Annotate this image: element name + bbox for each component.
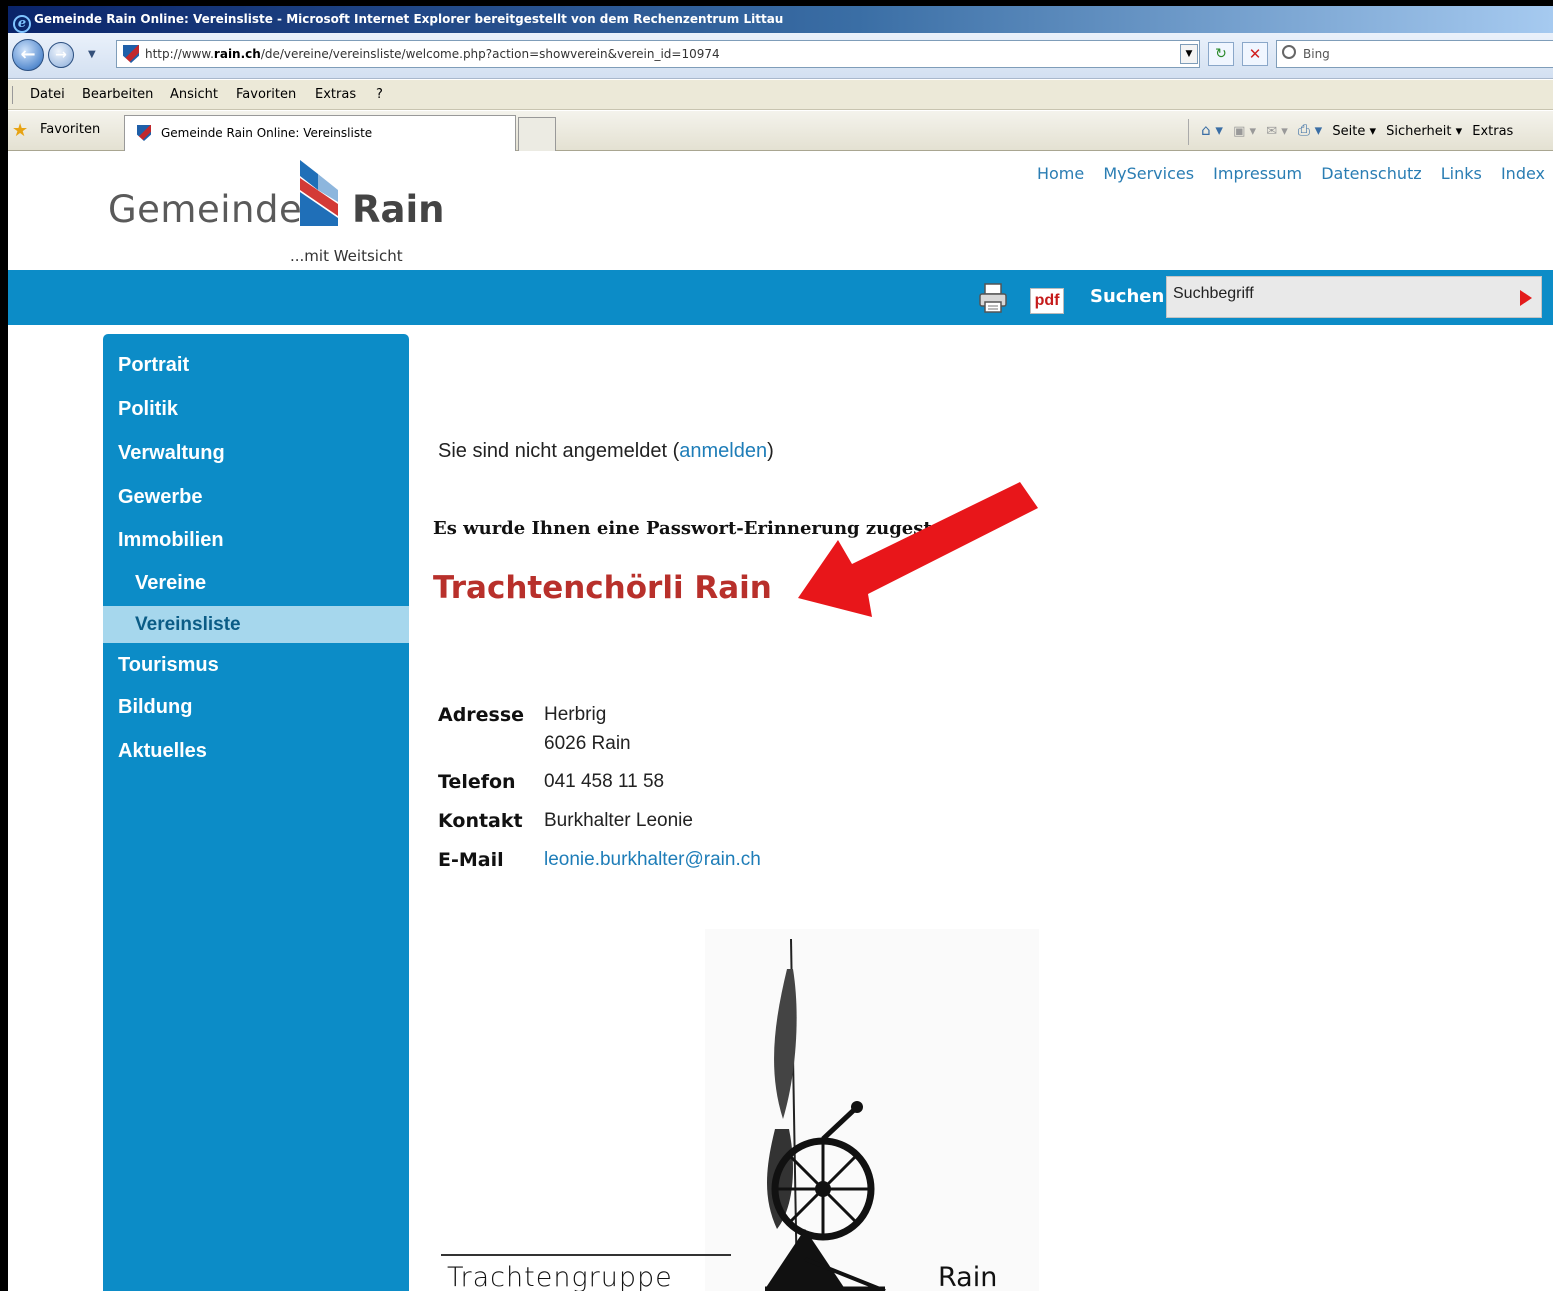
favorites-button[interactable]: Favoriten [40, 111, 100, 149]
address-label: Adresse [438, 704, 525, 726]
printer-icon[interactable] [978, 282, 1008, 314]
command-separator [1188, 118, 1189, 145]
site-logo[interactable]: Gemeinde Rain ...mit Weitsicht [104, 152, 444, 272]
nav-item-bildung[interactable]: Bildung [118, 696, 192, 719]
email-label: E-Mail [438, 849, 504, 871]
command-bar: ⌂ ▾ ▣ ▾ ✉ ▾ ⎙ ▾ Seite ▾ Sicherheit ▾ Ext… [1188, 111, 1519, 151]
search-engine-input[interactable]: Bing [1276, 40, 1553, 68]
magnifier-icon [1282, 45, 1296, 59]
search-label: Suchen [1090, 286, 1165, 307]
contact-value: Burkhalter Leonie [544, 810, 693, 831]
refresh-button[interactable]: ↻ [1208, 42, 1234, 66]
phone-value: 041 458 11 58 [544, 771, 665, 792]
browser-window: e Gemeinde Rain Online: Vereinsliste - Mi… [0, 0, 1553, 1291]
login-status-text: Sie sind nicht angemeldet ( [438, 440, 680, 462]
url-host: rain.ch [213, 47, 261, 61]
address-line-1: Herbrig [544, 704, 607, 725]
main-content: Sie sind nicht angemeldet (anmelden) Es … [433, 334, 1533, 1291]
menu-datei[interactable]: Datei [30, 80, 65, 110]
nav-item-gewerbe[interactable]: Gewerbe [118, 486, 202, 509]
annotation-arrow-icon [798, 482, 1038, 617]
login-status-close: ) [767, 440, 774, 462]
nav-item-immobilien[interactable]: Immobilien [118, 529, 224, 552]
favorites-star-icon[interactable]: ★ [12, 122, 28, 140]
club-title: Trachtenchörli Rain [433, 570, 772, 606]
top-link-home[interactable]: Home [1037, 164, 1084, 183]
nav-item-aktuelles[interactable]: Aktuelles [118, 740, 207, 763]
menu-ansicht[interactable]: Ansicht [170, 80, 218, 110]
club-logo-image [705, 929, 1039, 1291]
menu-bearbeiten[interactable]: Bearbeiten [82, 80, 153, 110]
logo-tagline: ...mit Weitsicht [290, 247, 403, 265]
nav-item-vereinsliste[interactable]: Vereinsliste [135, 614, 241, 636]
internet-explorer-icon: e [13, 15, 31, 33]
nav-item-verwaltung[interactable]: Verwaltung [118, 442, 225, 465]
url-input[interactable]: http://www.rain.ch/de/vereine/vereinslis… [116, 40, 1200, 68]
login-status: Sie sind nicht angemeldet (anmelden) [438, 440, 774, 463]
home-icon[interactable]: ⌂ ▾ [1201, 121, 1223, 139]
phone-label: Telefon [438, 771, 516, 793]
address-line-2: 6026 Rain [544, 733, 631, 754]
menu-bar: Datei Bearbeiten Ansicht Favoriten Extra… [8, 80, 1553, 110]
address-toolbar: ← → ▼ http://www.rain.ch/de/vereine/vere… [8, 33, 1553, 79]
image-caption-right: Rain [938, 1262, 998, 1291]
favorites-bar: ★ Favoriten Gemeinde Rain Online: Verein… [8, 111, 1553, 151]
search-submit-arrow-icon[interactable] [1520, 290, 1532, 306]
logo-word-gemeinde: Gemeinde [108, 188, 303, 231]
top-link-myservices[interactable]: MyServices [1103, 164, 1194, 183]
menu-help[interactable]: ? [376, 80, 383, 110]
login-link[interactable]: anmelden [679, 440, 767, 462]
top-link-impressum[interactable]: Impressum [1213, 164, 1302, 183]
logo-flag-icon [300, 160, 338, 226]
site-search-input[interactable]: Suchbegriff [1166, 276, 1542, 318]
extras-menu[interactable]: Extras [1472, 124, 1513, 139]
url-path: /de/vereine/vereinsliste/welcome.php?act… [260, 47, 720, 61]
nav-item-tourismus[interactable]: Tourismus [118, 654, 219, 677]
tab-favicon-icon [137, 125, 151, 141]
site-toolbar: pdf Suchen Suchbegriff [8, 270, 1553, 325]
nav-item-portrait[interactable]: Portrait [118, 354, 189, 377]
sidebar-navigation: Portrait Politik Verwaltung Gewerbe Immo… [103, 334, 409, 1291]
site-favicon-icon [123, 45, 139, 63]
web-page: Gemeinde Rain ...mit Weitsicht Home MySe… [8, 152, 1553, 1291]
logo-word-rain: Rain [352, 188, 445, 231]
forward-button[interactable]: → [48, 42, 74, 68]
window-title-bar: e Gemeinde Rain Online: Vereinsliste - Mi… [8, 6, 1553, 33]
url-dropdown-button[interactable]: ▼ [1180, 44, 1198, 64]
image-caption-left: Trachtengruppe [447, 1262, 673, 1291]
caption-divider [441, 1254, 731, 1256]
top-links: Home MyServices Impressum Datenschutz Li… [1023, 164, 1545, 183]
menu-favoriten[interactable]: Favoriten [236, 80, 296, 110]
nav-item-politik[interactable]: Politik [118, 398, 178, 421]
top-link-datenschutz[interactable]: Datenschutz [1321, 164, 1421, 183]
browser-tab-active[interactable]: Gemeinde Rain Online: Vereinsliste [124, 115, 516, 151]
security-menu[interactable]: Sicherheit ▾ [1386, 124, 1462, 139]
feeds-icon[interactable]: ▣ ▾ [1233, 124, 1256, 139]
back-button[interactable]: ← [12, 39, 44, 71]
menu-extras[interactable]: Extras [315, 80, 356, 110]
nav-item-vereine[interactable]: Vereine [135, 572, 206, 595]
top-link-links[interactable]: Links [1441, 164, 1482, 183]
print-toolbar-icon[interactable]: ⎙ ▾ [1298, 121, 1322, 139]
search-engine-placeholder: Bing [1303, 47, 1330, 61]
window-title: Gemeinde Rain Online: Vereinsliste - Mic… [34, 12, 784, 26]
contact-label: Kontakt [438, 810, 523, 832]
toolbar-grip [12, 86, 15, 104]
stop-button[interactable]: ✕ [1242, 42, 1268, 66]
new-tab-button[interactable] [518, 117, 556, 151]
top-link-index[interactable]: Index [1501, 164, 1545, 183]
page-menu[interactable]: Seite ▾ [1332, 124, 1376, 139]
spinning-wheel-drawing [765, 938, 886, 1291]
tab-title: Gemeinde Rain Online: Vereinsliste [161, 126, 373, 140]
url-prefix: http://www. [145, 47, 214, 61]
email-link[interactable]: leonie.burkhalter@rain.ch [544, 849, 761, 871]
pdf-icon[interactable]: pdf [1030, 288, 1064, 314]
history-dropdown-icon[interactable]: ▼ [88, 49, 100, 61]
mail-icon[interactable]: ✉ ▾ [1266, 124, 1288, 139]
